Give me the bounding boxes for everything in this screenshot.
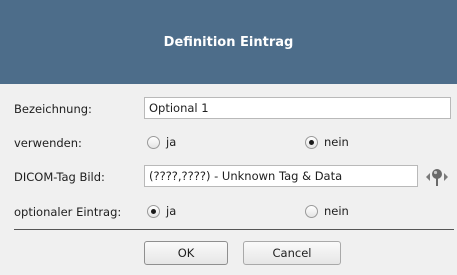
verwenden-label: verwenden: (14, 136, 82, 150)
optionaler-nein-radio[interactable]: nein (305, 204, 349, 218)
tag-picker-icon[interactable] (424, 165, 450, 189)
separator-line (14, 229, 454, 230)
dicom-tag-label: DICOM-Tag Bild: (14, 170, 105, 184)
dicom-tag-input[interactable]: (????,????) - Unknown Tag & Data (144, 165, 418, 187)
radio-label: nein (324, 135, 349, 149)
ok-button[interactable]: OK (144, 241, 228, 265)
radio-circle (147, 135, 160, 149)
radio-label: ja (166, 135, 177, 149)
radio-label: ja (166, 204, 177, 218)
cancel-button[interactable]: Cancel (243, 241, 341, 265)
dialog-titlebar: Definition Eintrag (0, 0, 457, 84)
optionaler-ja-radio[interactable]: ja (147, 204, 176, 218)
radio-circle-selected (305, 135, 318, 149)
verwenden-nein-radio[interactable]: nein (305, 135, 349, 149)
dialog-title: Definition Eintrag (163, 35, 294, 50)
bezeichnung-label: Bezeichnung: (14, 102, 92, 116)
radio-circle (305, 204, 318, 218)
verwenden-ja-radio[interactable]: ja (147, 135, 176, 149)
bezeichnung-input[interactable]: Optional 1 (144, 97, 451, 119)
radio-circle-selected (147, 204, 160, 218)
definition-dialog: Definition Eintrag Bezeichnung: Optional… (0, 0, 457, 275)
radio-label: nein (324, 204, 349, 218)
optionaler-eintrag-label: optionaler Eintrag: (14, 205, 122, 219)
